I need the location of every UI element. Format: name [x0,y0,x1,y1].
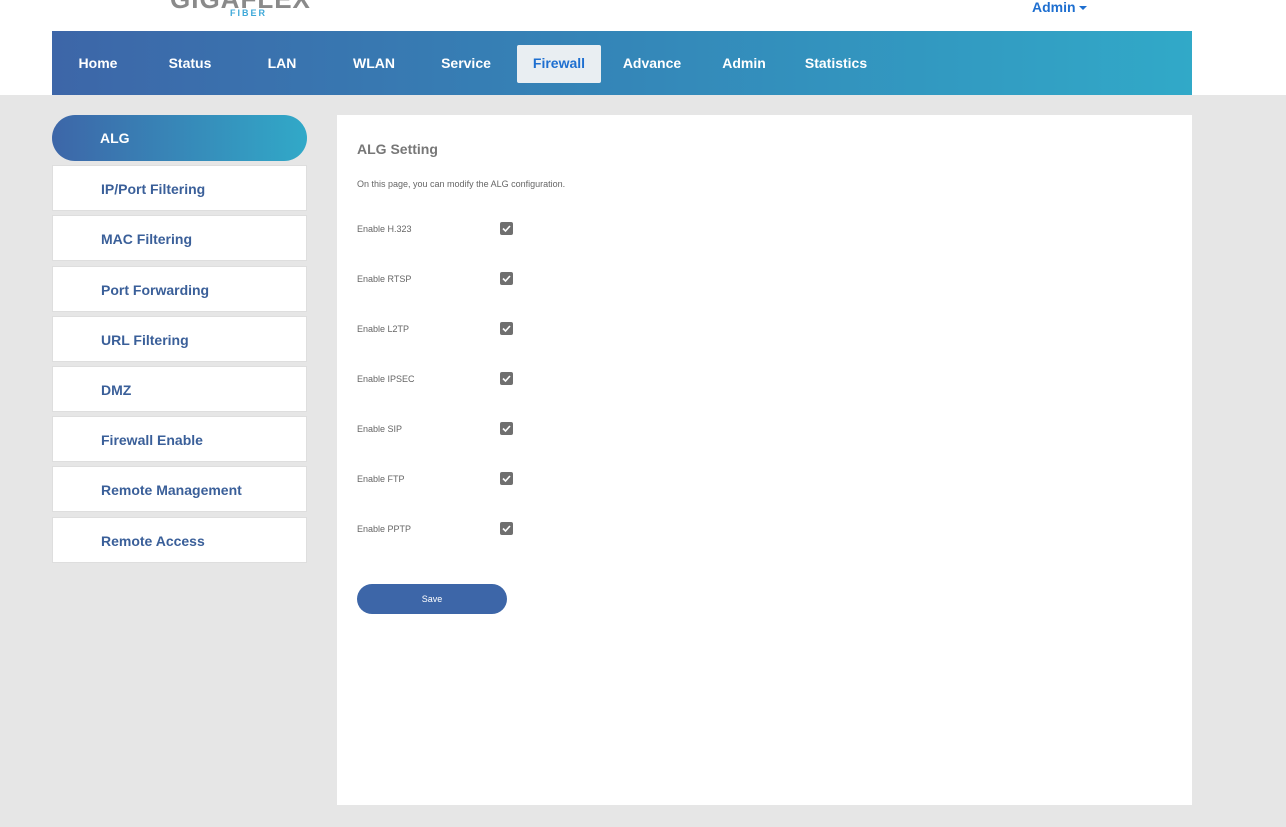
caret-down-icon [1078,6,1087,11]
sidebar-item-remote-access[interactable]: Remote Access [52,517,307,563]
check-icon [502,225,511,233]
check-icon [502,275,511,283]
nav-statistics[interactable]: Statistics [802,45,870,83]
main-navbar: Home Status LAN WLAN Service Firewall Ad… [52,31,1192,95]
checkbox-ftp[interactable] [500,472,513,485]
option-label-ipsec: Enable IPSEC [357,374,415,384]
option-label-l2tp: Enable L2TP [357,324,410,334]
sidebar-item-remote-management[interactable]: Remote Management [52,466,307,512]
nav-wlan[interactable]: WLAN [346,45,402,83]
checkbox-l2tp[interactable] [500,322,513,335]
brand-sub: FIBER [230,8,267,18]
option-label-h323: Enable H.323 [357,224,412,234]
brand-logo[interactable]: GIGAFLEX FIBER [170,0,310,20]
option-label-ftp: Enable FTP [357,474,405,484]
check-icon [502,425,511,433]
sidebar-item-firewall-enable[interactable]: Firewall Enable [52,416,307,462]
nav-admin[interactable]: Admin [716,45,772,83]
alg-setting-panel: ALG Setting On this page, you can modify… [337,115,1192,805]
admin-user-label: Admin [1032,0,1076,15]
nav-service[interactable]: Service [436,45,496,83]
sidebar-item-dmz[interactable]: DMZ [52,366,307,412]
checkbox-sip[interactable] [500,422,513,435]
admin-user-menu[interactable]: Admin [1032,0,1087,16]
sidebar-item-url-filtering[interactable]: URL Filtering [52,316,307,362]
sidebar-item-alg[interactable]: ALG [52,115,307,161]
option-label-rtsp: Enable RTSP [357,274,412,284]
sidebar-item-mac-filtering[interactable]: MAC Filtering [52,215,307,261]
sidebar-item-ip-port-filtering[interactable]: IP/Port Filtering [52,165,307,211]
sidebar-item-port-forwarding[interactable]: Port Forwarding [52,266,307,312]
page-title: ALG Setting [357,141,438,157]
nav-home[interactable]: Home [70,45,126,83]
option-label-pptp: Enable PPTP [357,524,412,534]
check-icon [502,375,511,383]
nav-firewall[interactable]: Firewall [517,45,601,83]
nav-lan[interactable]: LAN [254,45,310,83]
nav-advance[interactable]: Advance [620,45,684,83]
check-icon [502,325,511,333]
checkbox-h323[interactable] [500,222,513,235]
checkbox-pptp[interactable] [500,522,513,535]
check-icon [502,475,511,483]
nav-status[interactable]: Status [162,45,218,83]
page-description: On this page, you can modify the ALG con… [357,179,566,189]
save-button[interactable]: Save [357,584,507,614]
checkbox-ipsec[interactable] [500,372,513,385]
check-icon [502,525,511,533]
option-label-sip: Enable SIP [357,424,403,434]
checkbox-rtsp[interactable] [500,272,513,285]
